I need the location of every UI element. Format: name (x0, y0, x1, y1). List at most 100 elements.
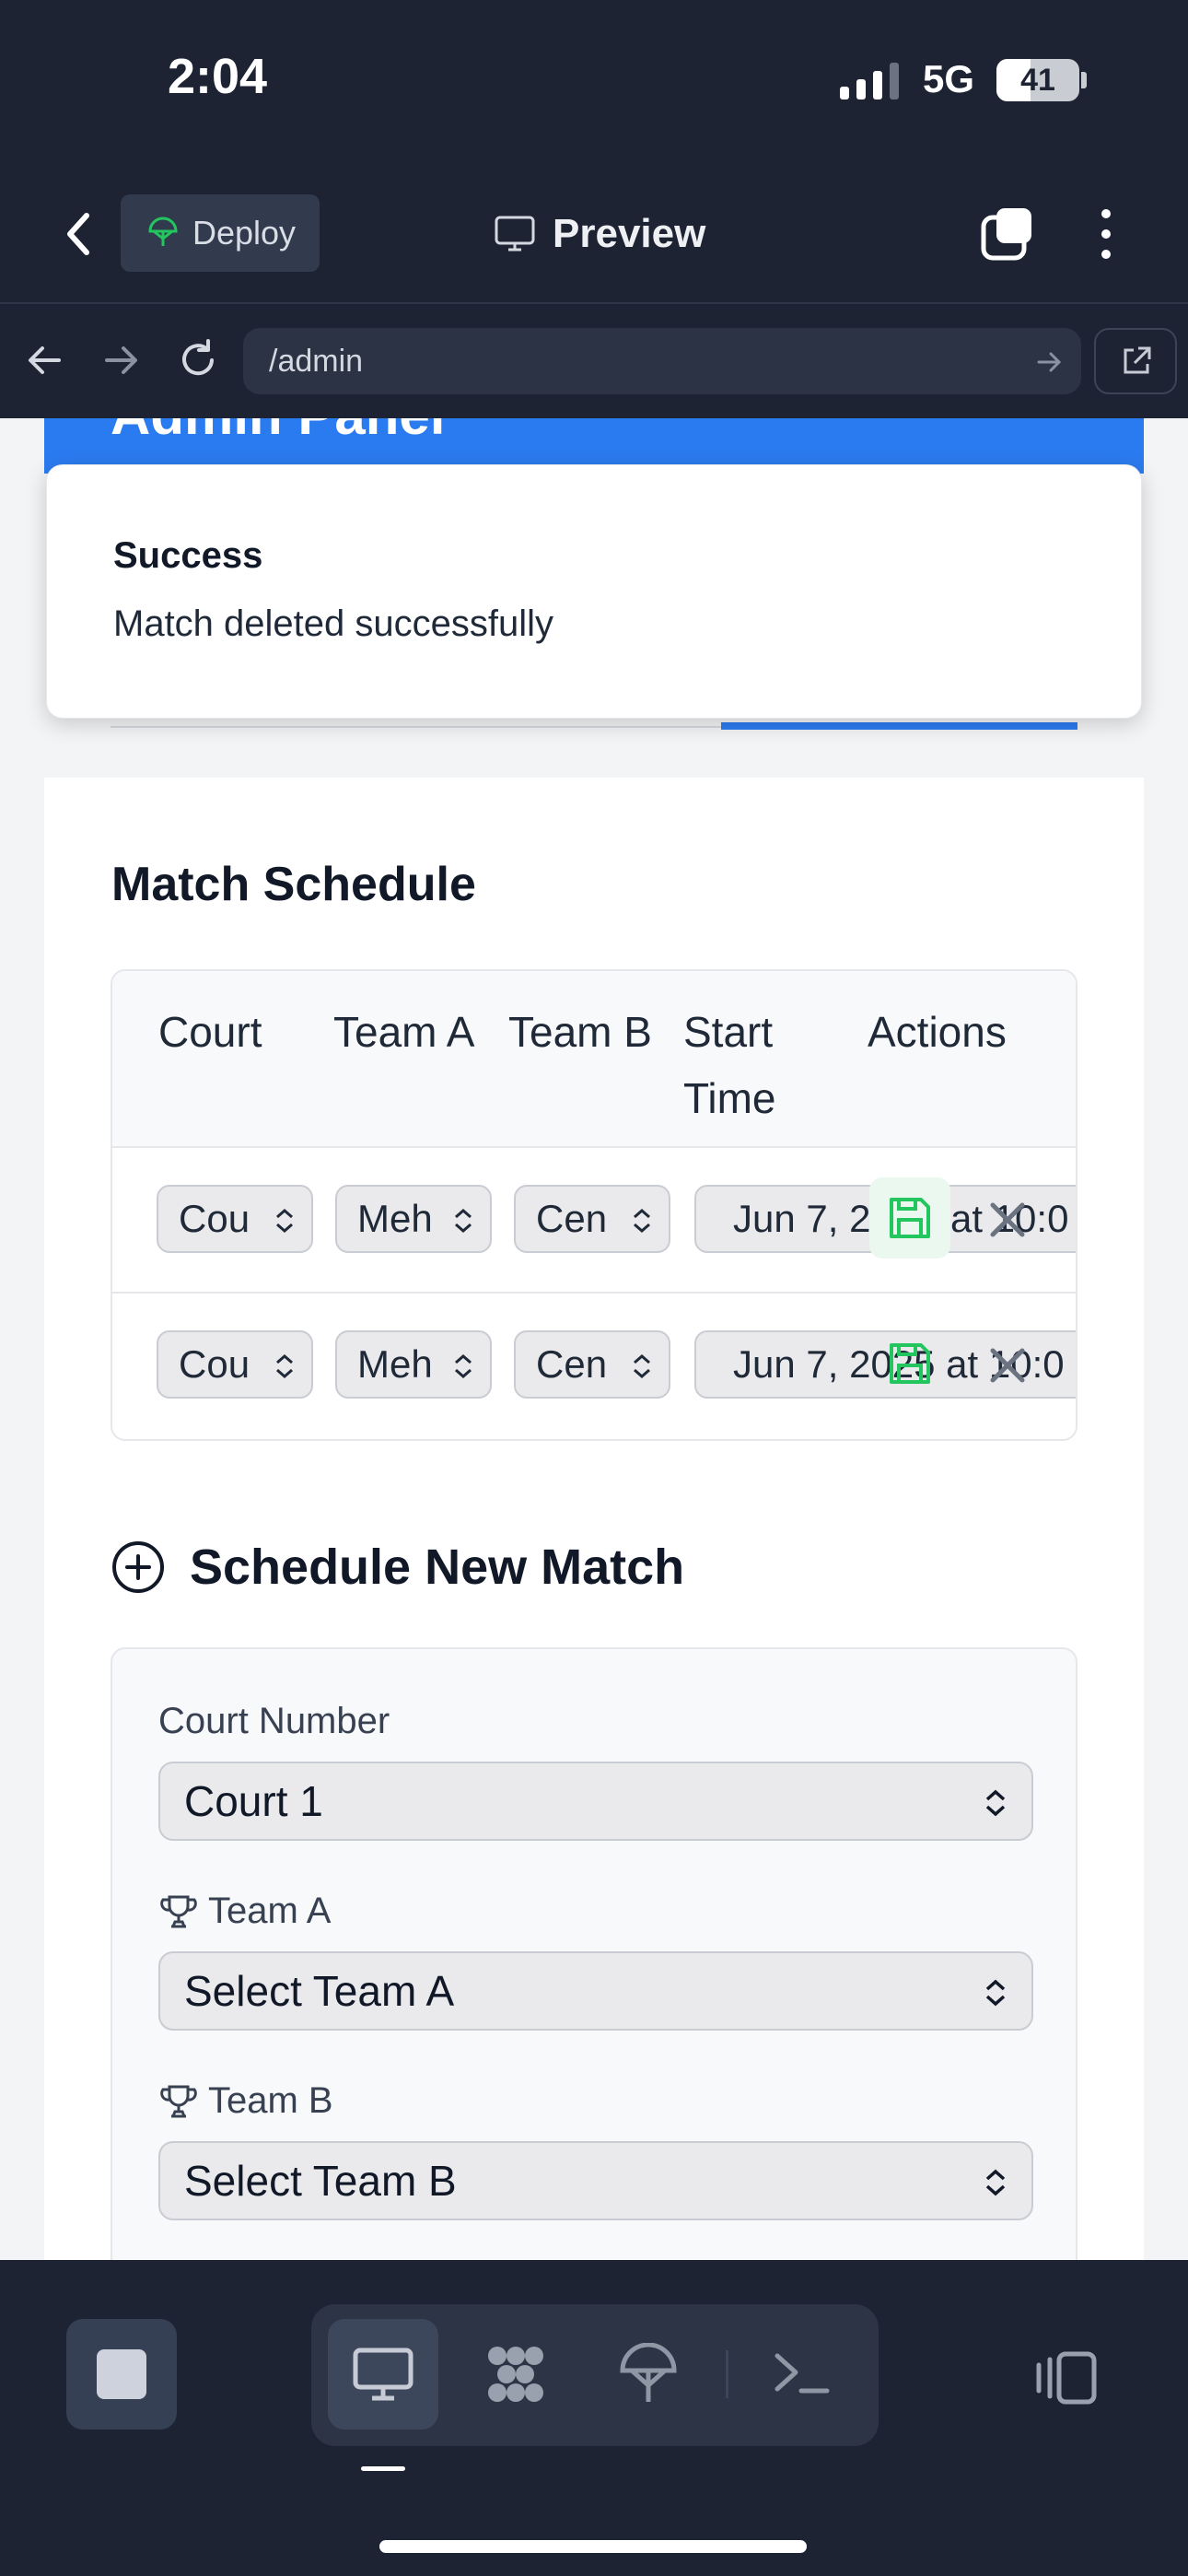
chevron-updown-icon (276, 1209, 293, 1233)
preview-label: Preview (553, 211, 706, 256)
court-select[interactable]: Cou (157, 1185, 313, 1253)
toolbar-divider (726, 2350, 728, 2398)
toast-title: Success (113, 535, 263, 576)
deploy-view-button[interactable] (593, 2319, 704, 2430)
active-tab-indicator (721, 722, 1077, 730)
chevron-updown-icon (985, 1789, 1006, 1817)
schedule-new-match-heading: Schedule New Match (111, 1535, 684, 1599)
team-b-label: Team B (158, 2080, 333, 2122)
team-a-value: Meh (357, 1197, 433, 1240)
chevron-updown-icon (634, 1209, 650, 1233)
team-b-select[interactable]: Cen (514, 1185, 670, 1253)
new-match-title: Schedule New Match (190, 1540, 685, 1595)
delete-x-icon[interactable] (982, 1340, 1033, 1391)
battery-tip (1081, 72, 1087, 88)
battery-level: 41 (1020, 63, 1055, 98)
chevron-updown-icon (455, 1354, 472, 1378)
network-type: 5G (923, 57, 975, 100)
bottom-toolbar (0, 2260, 1188, 2576)
deploy-label: Deploy (192, 214, 297, 252)
tabs-icon[interactable] (980, 206, 1035, 262)
team-a-value: Meh (357, 1342, 433, 1386)
table-row: Cou Meh Cen Jun 7, 2025 at 10:0 (112, 1292, 1076, 1437)
trophy-icon (160, 2085, 197, 2117)
deploy-icon (620, 2343, 677, 2402)
column-header-court: Court (158, 1008, 262, 1056)
chevron-updown-icon (985, 1979, 1006, 2007)
active-view-indicator (361, 2466, 405, 2471)
team-a-select[interactable]: Meh (335, 1185, 492, 1253)
schedule-table: Court Team A Team B Start Time Actions C… (111, 969, 1077, 1441)
chevron-updown-icon (985, 2169, 1006, 2196)
save-icon (890, 1343, 930, 1384)
plus-circle-icon (112, 1541, 164, 1593)
deploy-button[interactable]: Deploy (121, 194, 320, 272)
team-a-form-value: Select Team A (184, 1967, 455, 2015)
court-select[interactable]: Cou (157, 1330, 313, 1399)
column-header-team-a: Team A (333, 1008, 475, 1056)
toast-message: Match deleted successfully (113, 603, 554, 644)
nodes-icon (488, 2347, 543, 2402)
team-b-select[interactable]: Cen (514, 1330, 670, 1399)
court-value: Cou (179, 1197, 250, 1240)
match-schedule-title: Match Schedule (111, 858, 476, 911)
team-a-select[interactable]: Meh (335, 1330, 492, 1399)
success-toast[interactable]: Success Match deleted successfully (46, 464, 1142, 719)
home-indicator[interactable] (379, 2540, 807, 2553)
app-header: Deploy Preview (0, 166, 1188, 304)
delete-x-icon[interactable] (982, 1194, 1033, 1246)
more-vertical-icon[interactable] (1092, 206, 1120, 262)
browser-bar: /admin (0, 304, 1188, 418)
workflows-button[interactable] (460, 2319, 571, 2430)
monitor-icon (495, 216, 535, 252)
panels-icon[interactable] (1031, 2348, 1098, 2407)
preview-view-button[interactable] (328, 2319, 438, 2430)
url-text: /admin (269, 344, 364, 379)
monitor-icon (353, 2348, 413, 2401)
column-header-start-time: Start Time (683, 1008, 776, 1122)
forward-arrow-icon[interactable] (98, 337, 144, 383)
battery-icon: 41 (996, 59, 1079, 101)
team-b-value: Cen (536, 1197, 608, 1240)
new-match-form: Court Number Court 1 Team A Select Team … (111, 1647, 1077, 2260)
team-b-form-value: Select Team B (184, 2157, 457, 2205)
save-button[interactable] (869, 1323, 950, 1404)
team-b-value: Cen (536, 1342, 608, 1386)
view-switcher (311, 2304, 879, 2446)
preview-tab[interactable]: Preview (494, 205, 705, 263)
back-chevron-icon[interactable] (55, 206, 101, 262)
console-button[interactable] (746, 2319, 856, 2430)
deploy-icon (148, 217, 178, 246)
team-a-label: Team A (158, 1891, 331, 1932)
column-header-team-b: Team B (508, 1008, 652, 1056)
external-link-icon (1124, 346, 1151, 374)
court-value: Cou (179, 1342, 250, 1386)
status-time: 2:04 (168, 49, 268, 104)
table-header: Court Team A Team B Start Time Actions (112, 971, 1076, 1146)
go-arrow-icon[interactable] (1035, 348, 1063, 376)
terminal-icon (775, 2353, 830, 2394)
team-b-form-select[interactable]: Select Team B (158, 2141, 1033, 2220)
chevron-updown-icon (634, 1354, 650, 1378)
court-number-label-text: Court Number (158, 1701, 390, 1741)
team-b-label-text: Team B (208, 2080, 333, 2121)
save-button[interactable] (869, 1177, 950, 1259)
column-header-actions: Actions (868, 1008, 1007, 1056)
admin-title: Admin Panel (111, 418, 445, 447)
court-number-label: Court Number (158, 1701, 390, 1742)
court-number-select[interactable]: Court 1 (158, 1762, 1033, 1841)
court-number-value: Court 1 (184, 1777, 323, 1825)
signal-icon (840, 63, 899, 100)
chevron-updown-icon (455, 1209, 472, 1233)
stop-icon (97, 2349, 146, 2399)
open-external-button[interactable] (1094, 328, 1177, 394)
trophy-icon (160, 1895, 197, 1927)
start-time-value: Jun 7, 2 (733, 1197, 871, 1240)
team-a-form-select[interactable]: Select Team A (158, 1951, 1033, 2031)
stop-button[interactable] (66, 2319, 177, 2430)
chevron-updown-icon (276, 1354, 293, 1378)
url-input[interactable]: /admin (243, 328, 1081, 394)
reload-icon[interactable] (175, 337, 221, 383)
back-arrow-icon[interactable] (22, 337, 68, 383)
save-icon (890, 1198, 930, 1238)
